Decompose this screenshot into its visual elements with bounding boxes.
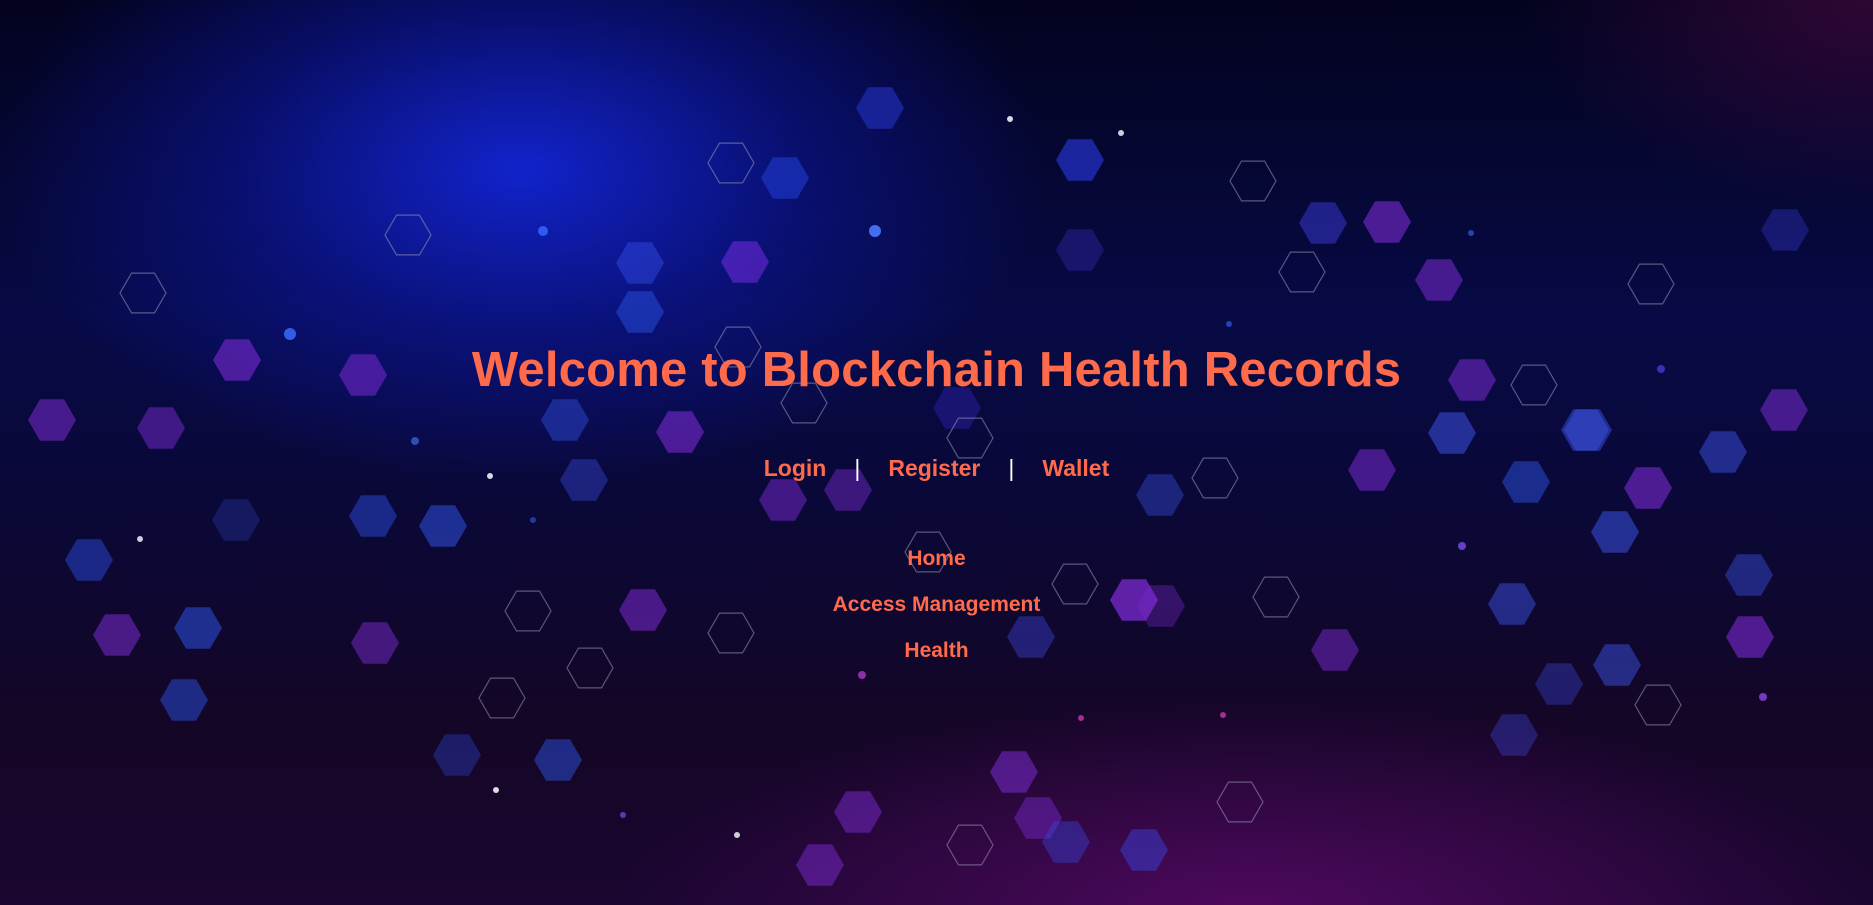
access-management-link[interactable]: Access Management: [833, 593, 1041, 617]
health-link[interactable]: Health: [904, 639, 968, 663]
wallet-link[interactable]: Wallet: [1042, 455, 1109, 482]
login-link[interactable]: Login: [764, 455, 827, 482]
auth-nav: Login | Register | Wallet: [0, 455, 1873, 482]
nav-separator: |: [854, 455, 861, 481]
main-nav: Home Access Management Health: [0, 547, 1873, 685]
page-title: Welcome to Blockchain Health Records: [471, 343, 1402, 397]
nav-separator: |: [1008, 455, 1015, 481]
register-link[interactable]: Register: [888, 455, 980, 482]
page-content: Welcome to Blockchain Health Records Log…: [0, 0, 1873, 905]
home-link[interactable]: Home: [907, 547, 965, 571]
